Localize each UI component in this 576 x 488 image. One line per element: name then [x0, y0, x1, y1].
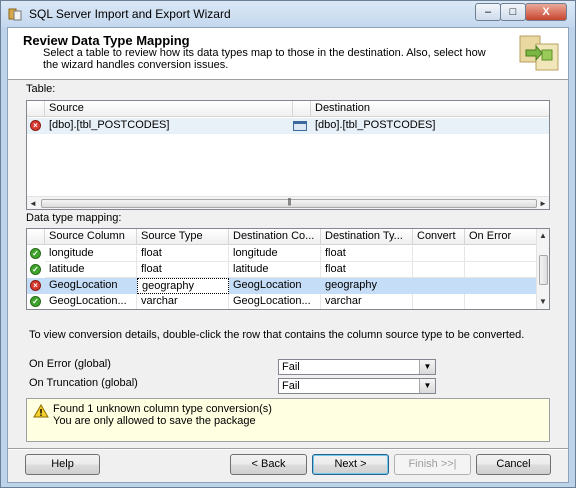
- maximize-button[interactable]: □: [500, 3, 526, 21]
- wizard-icon: [519, 35, 559, 71]
- cell-source-column: GeogLocation: [45, 278, 137, 294]
- status-message-line1: Found 1 unknown column type conversion(s…: [53, 403, 272, 415]
- mapping-header-spacer: [27, 229, 45, 245]
- error-icon: ×: [30, 120, 41, 131]
- close-button[interactable]: X: [525, 3, 567, 21]
- cell-source-column: longitude: [45, 246, 137, 262]
- cell-destination-column: GeogLocation: [229, 278, 321, 294]
- mapping-row[interactable]: ✓ GeogLocation... varchar GeogLocation..…: [27, 294, 537, 309]
- cell-on-error: [465, 262, 537, 278]
- scroll-right-icon[interactable]: ►: [537, 197, 549, 209]
- scroll-down-icon[interactable]: ▼: [537, 295, 549, 308]
- table-row-source: [dbo].[tbl_POSTCODES]: [45, 118, 293, 134]
- column-header-convert[interactable]: Convert: [413, 229, 465, 245]
- success-icon: ✓: [30, 264, 41, 275]
- page-title: Review Data Type Mapping: [23, 33, 190, 48]
- mapping-row-selected[interactable]: × GeogLocation geography GeogLocation ge…: [27, 278, 537, 294]
- cell-on-error: [465, 246, 537, 262]
- app-icon: [8, 8, 22, 21]
- chevron-down-icon[interactable]: ▼: [419, 360, 435, 374]
- on-truncation-label: On Truncation (global): [29, 377, 138, 389]
- back-button[interactable]: < Back: [230, 454, 307, 475]
- mapping-grid[interactable]: Source Column Source Type Destination Co…: [26, 228, 550, 310]
- minimize-button[interactable]: –: [475, 3, 501, 21]
- cell-destination-type: varchar: [321, 294, 413, 309]
- cell-destination-column: latitude: [229, 262, 321, 278]
- window-title: SQL Server Import and Export Wizard: [29, 7, 231, 21]
- cell-on-error: [465, 294, 537, 309]
- scroll-thumb[interactable]: |||: [41, 197, 537, 208]
- on-truncation-select[interactable]: Fail ▼: [278, 378, 436, 394]
- table-icon: [293, 121, 307, 131]
- table-row[interactable]: × [dbo].[tbl_POSTCODES] [dbo].[tbl_POSTC…: [27, 118, 549, 134]
- on-error-label: On Error (global): [29, 358, 111, 370]
- cell-destination-type: float: [321, 262, 413, 278]
- column-header-icon: [293, 101, 311, 117]
- mapping-vertical-scrollbar[interactable]: ▲ ▼: [536, 229, 549, 309]
- on-error-select[interactable]: Fail ▼: [278, 359, 436, 375]
- table-header-spacer: [27, 101, 45, 117]
- column-header-source-column[interactable]: Source Column: [45, 229, 137, 245]
- scroll-thumb[interactable]: [539, 255, 548, 285]
- scroll-up-icon[interactable]: ▲: [537, 229, 549, 242]
- cell-destination-column: GeogLocation...: [229, 294, 321, 309]
- column-header-source-type[interactable]: Source Type: [137, 229, 229, 245]
- cell-convert: [413, 278, 465, 294]
- title-bar: SQL Server Import and Export Wizard – □ …: [1, 1, 575, 27]
- cell-source-column: GeogLocation...: [45, 294, 137, 309]
- scroll-left-icon[interactable]: ◄: [27, 197, 39, 209]
- wizard-content: Review Data Type Mapping Select a table …: [7, 27, 569, 483]
- column-header-source[interactable]: Source: [45, 101, 293, 117]
- cell-convert: [413, 246, 465, 262]
- page-header: Review Data Type Mapping Select a table …: [8, 28, 568, 80]
- finish-button: Finish >>|: [394, 454, 471, 475]
- column-header-destination[interactable]: Destination: [311, 101, 549, 117]
- next-button[interactable]: Next >: [312, 454, 389, 475]
- error-icon: ×: [30, 280, 41, 291]
- cell-destination-type: geography: [321, 278, 413, 294]
- mapping-grid-header: Source Column Source Type Destination Co…: [27, 229, 537, 245]
- on-error-value: Fail: [282, 361, 300, 373]
- cell-source-type-focused[interactable]: geography: [137, 278, 229, 294]
- conversion-hint: To view conversion details, double-click…: [29, 329, 525, 341]
- table-grid-header: Source Destination: [27, 101, 549, 117]
- warning-icon: [33, 404, 49, 418]
- page-description: Select a table to review how its data ty…: [43, 47, 486, 71]
- cell-convert: [413, 262, 465, 278]
- cell-source-type: float: [137, 246, 229, 262]
- column-header-destination-column[interactable]: Destination Co...: [229, 229, 321, 245]
- cell-destination-type: float: [321, 246, 413, 262]
- cell-source-column: latitude: [45, 262, 137, 278]
- cell-convert: [413, 294, 465, 309]
- footer-divider: [8, 448, 568, 450]
- cell-source-type: varchar: [137, 294, 229, 309]
- cell-on-error: [465, 278, 537, 294]
- table-label: Table:: [26, 83, 56, 95]
- mapping-row[interactable]: ✓ latitude float latitude float: [27, 262, 537, 278]
- table-row-destination: [dbo].[tbl_POSTCODES]: [311, 118, 549, 134]
- cancel-button[interactable]: Cancel: [476, 454, 551, 475]
- success-icon: ✓: [30, 248, 41, 259]
- status-message-line2: You are only allowed to save the package: [53, 415, 256, 427]
- cell-destination-column: longitude: [229, 246, 321, 262]
- column-header-destination-type[interactable]: Destination Ty...: [321, 229, 413, 245]
- column-header-on-error[interactable]: On Error: [465, 229, 537, 245]
- cell-source-type: float: [137, 262, 229, 278]
- table-grid[interactable]: Source Destination × [dbo].[tbl_POSTCODE…: [26, 100, 550, 210]
- status-message-box: Found 1 unknown column type conversion(s…: [26, 398, 550, 442]
- on-truncation-value: Fail: [282, 380, 300, 392]
- help-button[interactable]: Help: [25, 454, 100, 475]
- chevron-down-icon[interactable]: ▼: [419, 379, 435, 393]
- mapping-label: Data type mapping:: [26, 212, 122, 224]
- mapping-row[interactable]: ✓ longitude float longitude float: [27, 246, 537, 262]
- table-horizontal-scrollbar[interactable]: ◄ ||| ►: [27, 196, 549, 209]
- success-icon: ✓: [30, 296, 41, 307]
- wizard-window: SQL Server Import and Export Wizard – □ …: [0, 0, 576, 488]
